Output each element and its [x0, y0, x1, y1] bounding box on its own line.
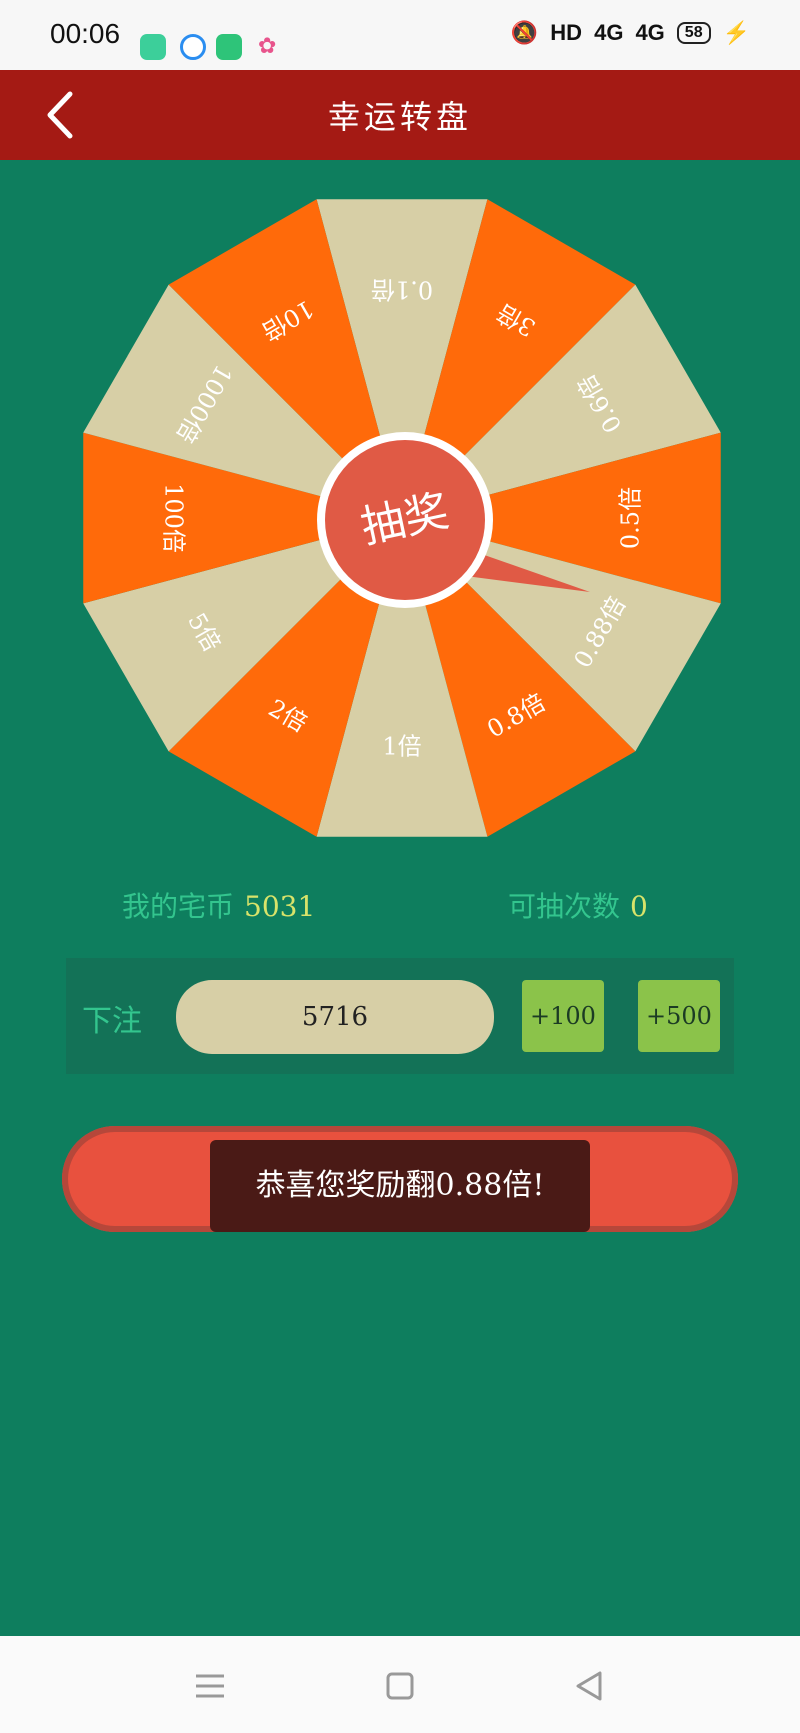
- signal-icon-2: 4G: [635, 20, 665, 45]
- bet-input[interactable]: [176, 980, 494, 1054]
- add-500-button[interactable]: +500: [638, 980, 720, 1052]
- coins-stat: 我的宅币 5031: [122, 885, 315, 925]
- hd-indicator: HD: [550, 20, 583, 45]
- signal-icon-1: 4G: [594, 20, 624, 45]
- back-triangle-icon[interactable]: [570, 1666, 610, 1706]
- coins-value: 5031: [244, 890, 316, 923]
- charging-icon: ⚡: [722, 20, 750, 45]
- wheel-segment-label: 100倍: [160, 483, 188, 553]
- home-square-icon[interactable]: [380, 1666, 420, 1706]
- status-indicators: 🔕 HD 4G 4G 58 ⚡: [511, 20, 750, 46]
- page-title: 幸运转盘: [327, 98, 472, 136]
- photos-icon: ✿: [258, 34, 277, 59]
- menu-icon[interactable]: [190, 1666, 230, 1706]
- bet-label: 下注: [82, 1004, 142, 1039]
- wheel-segment-label: 0.5倍: [617, 487, 645, 549]
- title-bar: 幸运转盘: [0, 70, 800, 160]
- wheel-segment-label: 1倍: [382, 733, 421, 761]
- status-time: 00:06: [50, 18, 121, 49]
- app-green-icon: [140, 34, 166, 60]
- system-nav-bar: [0, 1636, 800, 1733]
- draws-label: 可抽次数: [508, 890, 621, 923]
- toast-message: 恭喜您奖励翻0.88倍!: [210, 1140, 590, 1232]
- bet-panel: 下注 +100 +500: [66, 958, 734, 1074]
- mute-icon: 🔕: [510, 20, 539, 45]
- coins-label: 我的宅币: [122, 890, 235, 923]
- browser-blue-icon: [180, 34, 206, 60]
- shop-green-icon: [216, 34, 242, 60]
- add-100-button[interactable]: +100: [522, 980, 604, 1052]
- battery-icon: 58: [676, 22, 711, 44]
- draws-stat: 可抽次数 0: [508, 885, 648, 925]
- status-bar: 00:06 ✿ 🔕 HD 4G 4G 58 ⚡: [0, 0, 800, 70]
- wheel-segment-label: 0.1倍: [371, 276, 433, 304]
- draws-value: 0: [630, 890, 648, 923]
- lucky-wheel: 0.1倍3倍0.6倍0.5倍0.88倍0.8倍1倍2倍5倍100倍1000倍10…: [83, 199, 721, 837]
